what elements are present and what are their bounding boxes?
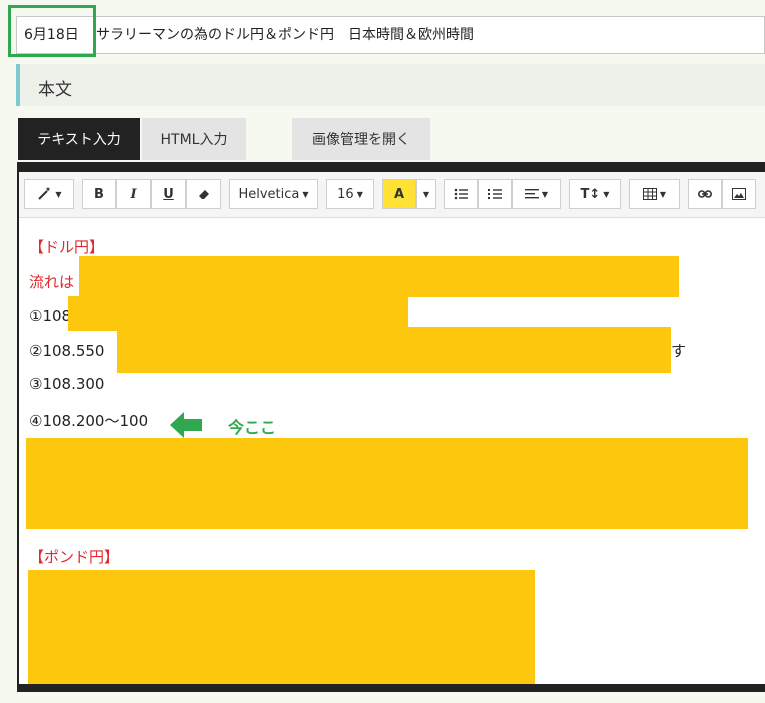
- bullet-list-button[interactable]: [444, 179, 478, 209]
- text-size-select[interactable]: T↕ ▼: [569, 179, 621, 209]
- pound-yen-heading: 【ポンド円】: [29, 548, 120, 566]
- body-section-label: 本文: [38, 80, 72, 100]
- highlight-color-dropdown[interactable]: ▼: [416, 179, 436, 209]
- chevron-down-icon: ▼: [659, 189, 667, 199]
- table-icon: [642, 188, 657, 200]
- chevron-down-icon: ▼: [356, 189, 363, 199]
- arrow-left-icon: [170, 412, 202, 438]
- redaction-block: [26, 438, 748, 529]
- eraser-button[interactable]: [186, 179, 221, 209]
- magic-wand-button[interactable]: ▼: [24, 179, 74, 209]
- numbered-list-icon: [488, 189, 502, 199]
- body-section-header: 本文: [16, 64, 765, 106]
- current-position-label: 今ここ: [228, 418, 277, 437]
- image-manager-button[interactable]: 画像管理を開く: [292, 118, 430, 160]
- table-insert-button[interactable]: ▼: [629, 179, 680, 209]
- dollar-yen-heading: 【ドル円】: [29, 238, 105, 256]
- post-title-text: サラリーマンの為のドル円＆ポンド円 日本時間＆欧州時間: [96, 27, 474, 43]
- level-item-1: ①108: [29, 307, 72, 325]
- font-family-select[interactable]: Helvetica ▼: [229, 179, 318, 209]
- redaction-block: [117, 327, 671, 373]
- tab-text-input[interactable]: テキスト入力: [18, 118, 140, 160]
- level-item-3: ③108.300: [29, 375, 105, 393]
- link-button[interactable]: [688, 179, 722, 209]
- italic-button[interactable]: I: [116, 179, 151, 209]
- image-insert-button[interactable]: [722, 179, 756, 209]
- magic-wand-icon: [38, 186, 51, 200]
- underline-button[interactable]: U: [151, 179, 186, 209]
- chevron-down-icon: ▼: [302, 189, 309, 199]
- chevron-down-icon: ▼: [55, 189, 62, 199]
- tab-html-input[interactable]: HTML入力: [142, 118, 246, 160]
- paragraph-align-select[interactable]: ▼: [512, 179, 561, 209]
- align-icon: [524, 189, 539, 199]
- redaction-block: [79, 256, 679, 297]
- chevron-down-icon: ▼: [603, 189, 610, 199]
- editor-bottom-bar: [17, 684, 765, 692]
- numbered-list-button[interactable]: [478, 179, 512, 209]
- redaction-block: [68, 296, 408, 331]
- font-size-select[interactable]: 16 ▼: [326, 179, 374, 209]
- redaction-block: [28, 570, 535, 684]
- text-size-label: T↕: [580, 186, 601, 202]
- chevron-down-icon: ▼: [422, 189, 430, 199]
- font-size-label: 16: [337, 186, 354, 202]
- level-item-2: ②108.550: [29, 342, 105, 360]
- font-family-label: Helvetica: [238, 186, 300, 202]
- post-date: 6月18日: [24, 27, 79, 43]
- level-item-4: ④108.200〜100: [29, 412, 149, 430]
- image-icon: [732, 188, 746, 200]
- eraser-icon: [198, 190, 209, 199]
- flow-line-text: 流れは: [29, 273, 75, 291]
- chevron-down-icon: ▼: [541, 189, 549, 199]
- bullet-list-icon: [454, 188, 468, 200]
- level-item-2-tail: す: [671, 342, 687, 360]
- link-icon: [698, 190, 712, 198]
- bold-button[interactable]: B: [82, 179, 116, 209]
- highlight-color-button[interactable]: A: [382, 179, 416, 209]
